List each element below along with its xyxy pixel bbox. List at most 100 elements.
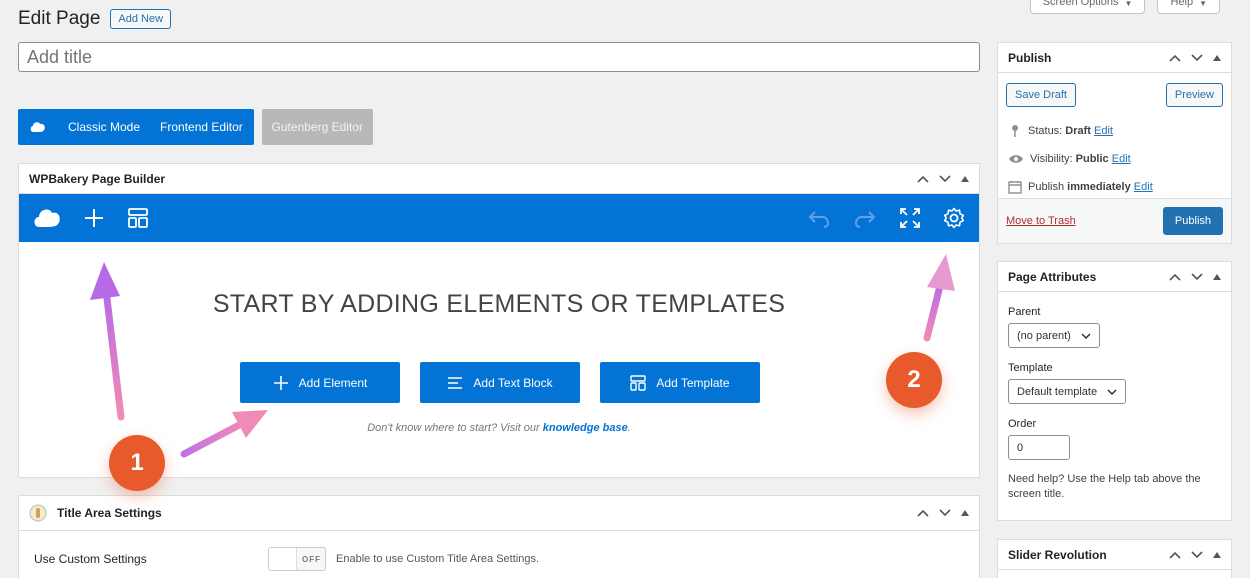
edit-schedule-link[interactable]: Edit xyxy=(1134,181,1153,193)
add-text-block-label: Add Text Block xyxy=(473,375,553,390)
parent-value: (no parent) xyxy=(1017,329,1071,342)
save-draft-button[interactable]: Save Draft xyxy=(1006,83,1076,107)
publish-panel: Publish Save Draft Preview Status: Draft… xyxy=(997,42,1232,244)
chevron-down-icon[interactable] xyxy=(1191,53,1203,62)
publish-actions: Save Draft Preview xyxy=(998,73,1231,117)
page-attributes-body: Parent (no parent) Template Default temp… xyxy=(998,292,1231,510)
custom-settings-toggle[interactable]: OFF xyxy=(268,547,326,571)
text-lines-icon xyxy=(448,376,463,389)
calendar-icon xyxy=(1008,181,1022,194)
frontend-editor-button[interactable]: Frontend Editor xyxy=(150,120,254,134)
chevron-down-icon[interactable] xyxy=(939,174,951,183)
add-template-label: Add Template xyxy=(656,375,730,390)
page-attributes-panel: Page Attributes Parent (no parent) Templ… xyxy=(997,261,1232,521)
empty-state-actions: Add Element Add Text Block Add Template xyxy=(240,362,760,403)
schedule-label: Publish xyxy=(1028,181,1068,193)
toggle-panel-icon[interactable] xyxy=(961,175,969,182)
chevron-up-icon[interactable] xyxy=(917,509,929,517)
eye-icon xyxy=(1009,155,1023,163)
order-label: Order xyxy=(1008,418,1037,430)
chevron-down-icon[interactable] xyxy=(939,509,951,517)
chevron-up-icon[interactable] xyxy=(1169,54,1181,62)
wpbakery-logo-icon xyxy=(18,121,58,133)
fullscreen-icon[interactable] xyxy=(899,207,921,229)
edit-status-link[interactable]: Edit xyxy=(1094,125,1113,137)
gear-icon[interactable] xyxy=(943,207,965,229)
page-attributes-help: Need help? Use the Help tab above the sc… xyxy=(1008,473,1201,500)
status-row: Status: Draft Edit xyxy=(998,117,1231,145)
chevron-up-icon[interactable] xyxy=(1169,551,1181,559)
add-element-label: Add Element xyxy=(298,375,368,390)
visibility-value: Public xyxy=(1075,153,1109,165)
custom-settings-row: Use Custom Settings OFF Enable to use Cu… xyxy=(19,531,979,578)
empty-state-hint: Don't know where to start? Visit our kno… xyxy=(19,422,979,434)
undo-icon[interactable] xyxy=(807,208,831,228)
hint-text: Don't know where to start? Visit our xyxy=(367,422,543,434)
wpbakery-toolbar xyxy=(19,194,979,242)
order-input[interactable]: 0 xyxy=(1008,435,1070,460)
add-new-button[interactable]: Add New xyxy=(110,9,172,29)
toggle-panel-icon[interactable] xyxy=(961,510,969,516)
custom-settings-label: Use Custom Settings xyxy=(34,552,147,566)
visibility-row: Visibility: Public Edit xyxy=(998,145,1231,173)
screen-options-tab[interactable]: Screen Options ▼ xyxy=(1029,0,1146,14)
chevron-up-icon[interactable] xyxy=(917,175,929,183)
title-area-title: Title Area Settings xyxy=(57,506,162,520)
publish-footer: Move to Trash Publish xyxy=(998,198,1231,243)
template-select[interactable]: Default template xyxy=(1008,379,1127,404)
toggle-state: OFF xyxy=(302,554,321,564)
page-attributes-title: Page Attributes xyxy=(1008,269,1097,284)
help-label: Help xyxy=(1170,0,1194,8)
visibility-label: Visibility: xyxy=(1030,153,1076,165)
gutenberg-editor-button[interactable]: Gutenberg Editor xyxy=(261,109,373,145)
panel-controls xyxy=(917,174,969,183)
template-value: Default template xyxy=(1017,385,1098,398)
chevron-down-icon xyxy=(1107,388,1117,395)
wpbakery-logo-icon[interactable] xyxy=(33,207,61,229)
redo-icon[interactable] xyxy=(853,208,877,228)
templates-icon[interactable] xyxy=(127,207,149,229)
screen-tabs: Screen Options ▼ Help ▼ xyxy=(1029,0,1220,14)
help-tab[interactable]: Help ▼ xyxy=(1157,0,1220,14)
wpbakery-empty-state: START BY ADDING ELEMENTS OR TEMPLATES Ad… xyxy=(19,242,979,478)
publish-header: Publish xyxy=(998,43,1231,73)
hint-suffix: . xyxy=(627,422,631,434)
editor-mode-bar: Classic Mode Frontend Editor Gutenberg E… xyxy=(18,109,373,145)
add-text-block-button[interactable]: Add Text Block xyxy=(420,362,580,403)
add-template-button[interactable]: Add Template xyxy=(600,362,760,403)
wpbakery-panel-title: WPBakery Page Builder xyxy=(29,171,166,186)
wpbakery-panel-header: WPBakery Page Builder xyxy=(19,164,979,194)
add-element-icon[interactable] xyxy=(83,207,105,229)
toggle-panel-icon[interactable] xyxy=(1213,273,1221,280)
parent-select[interactable]: (no parent) xyxy=(1008,323,1100,348)
toggle-panel-icon[interactable] xyxy=(1213,551,1221,558)
screen-options-label: Screen Options xyxy=(1042,0,1119,8)
step-badge-two: 2 xyxy=(886,352,942,408)
edit-visibility-link[interactable]: Edit xyxy=(1112,153,1131,165)
title-area-header: Title Area Settings xyxy=(19,496,979,531)
move-to-trash-link[interactable]: Move to Trash xyxy=(1006,215,1076,227)
plus-icon xyxy=(273,375,288,390)
chevron-up-icon[interactable] xyxy=(1169,273,1181,281)
page-header: Edit Page Add New xyxy=(18,8,172,30)
empty-state-heading: START BY ADDING ELEMENTS OR TEMPLATES xyxy=(212,290,786,318)
theme-badge-icon xyxy=(29,504,47,522)
chevron-down-icon[interactable] xyxy=(1191,272,1203,281)
chevron-down-icon[interactable] xyxy=(1191,550,1203,559)
publish-button[interactable]: Publish xyxy=(1162,207,1223,235)
page-attributes-header: Page Attributes xyxy=(998,262,1231,292)
add-element-button[interactable]: Add Element xyxy=(240,362,400,403)
page-title: Edit Page xyxy=(18,8,101,29)
status-label: Status: xyxy=(1028,125,1066,137)
toggle-panel-icon[interactable] xyxy=(1213,54,1221,61)
template-label: Template xyxy=(1008,362,1053,374)
preview-button[interactable]: Preview xyxy=(1165,83,1223,107)
pin-icon xyxy=(1012,125,1018,137)
title-input[interactable] xyxy=(18,42,980,72)
slider-revolution-panel: Slider Revolution xyxy=(997,539,1232,578)
step-badge-one: 1 xyxy=(109,435,165,491)
status-value: Draft xyxy=(1065,125,1091,137)
caret-down-icon: ▼ xyxy=(1124,0,1133,8)
knowledge-base-link[interactable]: knowledge base xyxy=(543,422,628,434)
classic-mode-button[interactable]: Classic Mode xyxy=(58,120,150,134)
